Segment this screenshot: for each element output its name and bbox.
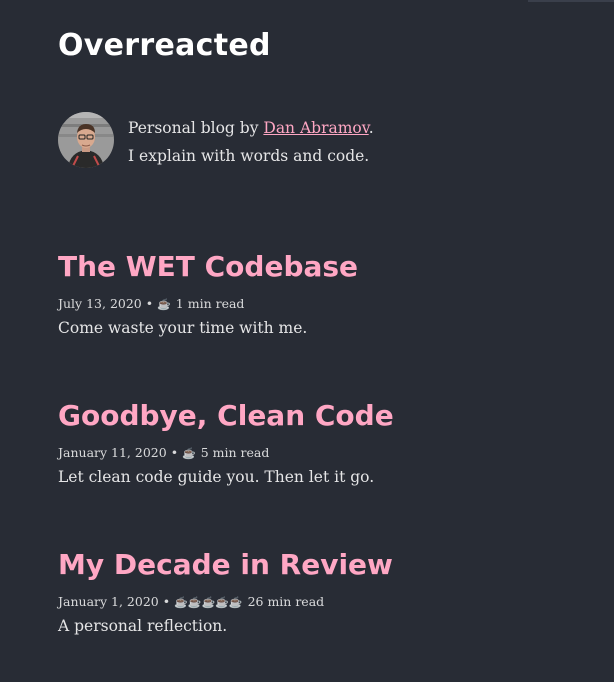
coffee-cup-icon: ☕ [182, 447, 196, 460]
read-time: 1 min read [175, 296, 245, 311]
post-date: July 13, 2020 [58, 296, 142, 311]
author-link[interactable]: Dan Abramov [263, 119, 368, 137]
author-bio: Personal blog by Dan Abramov. I explain … [58, 112, 374, 170]
post-title: Goodbye, Clean Code [58, 399, 394, 432]
read-time: 26 min read [247, 594, 325, 609]
post-title-link[interactable]: The WET Codebase [58, 250, 358, 283]
read-time: 5 min read [200, 445, 270, 460]
meta-separator: • [145, 296, 154, 311]
author-avatar [58, 112, 114, 168]
post-title: My Decade in Review [58, 548, 393, 581]
post-meta: January 11, 2020 • ☕ 5 min read [58, 445, 394, 460]
bio-line-1: Personal blog by Dan Abramov. [128, 114, 374, 142]
post-item: My Decade in Review January 1, 2020 • ☕☕… [58, 548, 393, 635]
post-title-link[interactable]: My Decade in Review [58, 548, 393, 581]
coffee-cup-icon: ☕☕☕☕☕ [174, 596, 243, 609]
meta-separator: • [162, 594, 171, 609]
meta-separator: • [170, 445, 179, 460]
top-divider [528, 0, 614, 2]
post-item: The WET Codebase July 13, 2020 • ☕ 1 min… [58, 250, 358, 337]
post-title: The WET Codebase [58, 250, 358, 283]
bio-text: Personal blog by Dan Abramov. I explain … [128, 114, 374, 170]
post-date: January 1, 2020 [58, 594, 159, 609]
post-excerpt: A personal reflection. [58, 617, 228, 635]
post-excerpt: Let clean code guide you. Then let it go… [58, 468, 375, 486]
post-meta: January 1, 2020 • ☕☕☕☕☕ 26 min read [58, 594, 393, 609]
bio-line-2: I explain with words and code. [128, 147, 370, 165]
post-title-link[interactable]: Goodbye, Clean Code [58, 399, 394, 432]
post-excerpt: Come waste your time with me. [58, 319, 308, 337]
post-meta: July 13, 2020 • ☕ 1 min read [58, 296, 358, 311]
site-title[interactable]: Overreacted [58, 28, 271, 63]
bio-prefix: Personal blog by [128, 119, 264, 137]
post-date: January 11, 2020 [58, 445, 167, 460]
coffee-cup-icon: ☕ [157, 298, 171, 311]
bio-suffix: . [368, 119, 374, 137]
post-item: Goodbye, Clean Code January 11, 2020 • ☕… [58, 399, 394, 486]
